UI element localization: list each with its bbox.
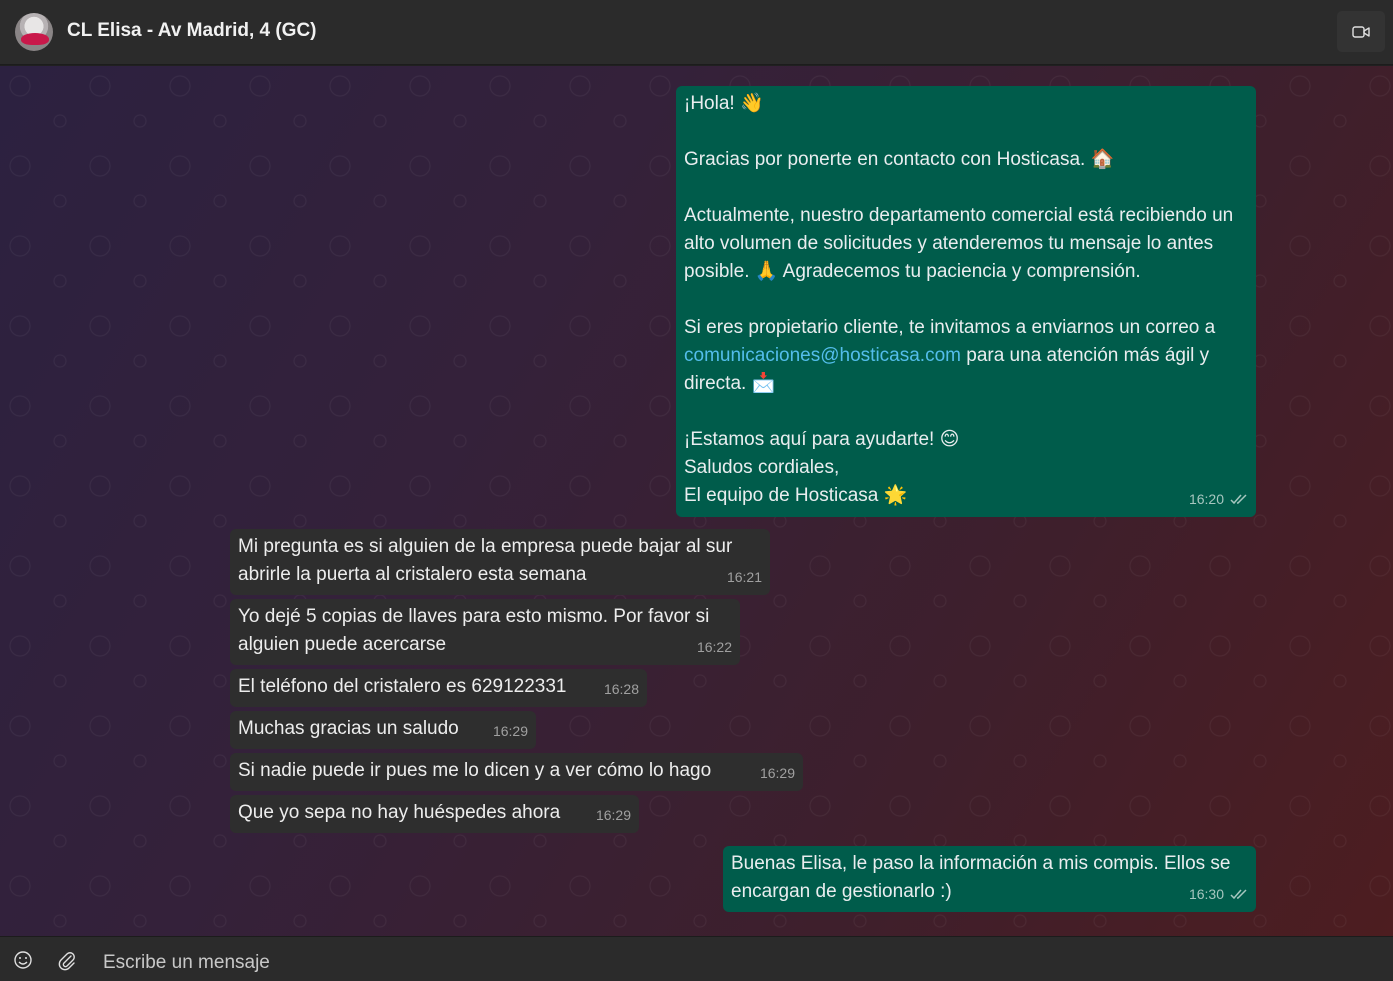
body-line-1: Actualmente, nuestro departamento comerc… (684, 205, 1239, 282)
message-text: ¡Hola! 👋 Gracias por ponerte en contacto… (684, 90, 1248, 510)
message-text: Yo dejé 5 copias de llaves para esto mis… (238, 606, 715, 655)
message-bubble-incoming[interactable]: Yo dejé 5 copias de llaves para esto mis… (230, 599, 740, 665)
message-text: Si nadie puede ir pues me lo dicen y a v… (238, 760, 712, 781)
message-bubble-outgoing[interactable]: ¡Hola! 👋 Gracias por ponerte en contacto… (676, 86, 1256, 517)
message-input[interactable]: Escribe un mensaje (103, 952, 270, 974)
timestamp-text: 16:29 (492, 723, 528, 739)
message-list[interactable]: ¡Hola! 👋 Gracias por ponerte en contacto… (0, 66, 1393, 936)
message-timestamp: 16:29 (596, 801, 631, 829)
message-composer: Escribe un mensaje (0, 936, 1393, 981)
greeting-line: ¡Hola! 👋 (684, 93, 764, 114)
message-timestamp: 16:29 (493, 717, 528, 745)
message-timestamp: 16:22 (697, 633, 732, 661)
timestamp-text: 16:28 (603, 681, 639, 697)
message-timestamp: 16:30 (1189, 880, 1248, 908)
timestamp-text: 16:29 (595, 807, 631, 823)
chat-header: CL Elisa - Av Madrid, 4 (GC) (0, 0, 1393, 65)
message-timestamp: 16:20 (1189, 485, 1248, 513)
timestamp-text: 16:20 (1188, 491, 1224, 507)
message-text: Que yo sepa no hay huéspedes ahora (238, 802, 561, 823)
message-bubble-outgoing[interactable]: Buenas Elisa, le paso la información a m… (723, 846, 1256, 912)
message-bubble-incoming[interactable]: Mi pregunta es si alguien de la empresa … (230, 529, 770, 595)
email-link[interactable]: comunicaciones@hosticasa.com (684, 345, 961, 366)
message-timestamp: 16:28 (604, 675, 639, 703)
video-camera-icon (1352, 25, 1370, 38)
body-line-2-pre: Si eres propietario cliente, te invitamo… (684, 317, 1221, 338)
message-text: Muchas gracias un saludo (238, 718, 459, 739)
closing-line-1: ¡Estamos aquí para ayudarte! 😊 (684, 429, 960, 450)
message-text: Mi pregunta es si alguien de la empresa … (238, 536, 738, 585)
message-timestamp: 16:29 (760, 759, 795, 787)
chat-title[interactable]: CL Elisa - Av Madrid, 4 (GC) (67, 20, 317, 42)
message-bubble-incoming[interactable]: Si nadie puede ir pues me lo dicen y a v… (230, 753, 803, 791)
double-check-icon (1230, 493, 1247, 504)
avatar[interactable] (15, 13, 53, 51)
message-text: El teléfono del cristalero es 629122331 (238, 676, 567, 697)
timestamp-text: 16:30 (1188, 886, 1224, 902)
closing-line-3: El equipo de Hosticasa 🌟 (684, 485, 908, 506)
paperclip-icon[interactable] (56, 949, 78, 971)
thanks-line: Gracias por ponerte en contacto con Host… (684, 149, 1115, 170)
message-text: Buenas Elisa, le paso la información a m… (731, 853, 1236, 902)
double-check-icon (1230, 888, 1247, 899)
emoji-icon[interactable] (12, 949, 34, 971)
timestamp-text: 16:29 (759, 765, 795, 781)
video-call-button[interactable] (1337, 11, 1385, 52)
message-bubble-incoming[interactable]: Muchas gracias un saludo 16:29 (230, 711, 536, 749)
message-timestamp: 16:21 (727, 563, 762, 591)
message-bubble-incoming[interactable]: El teléfono del cristalero es 629122331 … (230, 669, 647, 707)
message-bubble-incoming[interactable]: Que yo sepa no hay huéspedes ahora 16:29 (230, 795, 639, 833)
timestamp-text: 16:22 (696, 639, 732, 655)
timestamp-text: 16:21 (726, 569, 762, 585)
closing-line-2: Saludos cordiales, (684, 457, 840, 478)
